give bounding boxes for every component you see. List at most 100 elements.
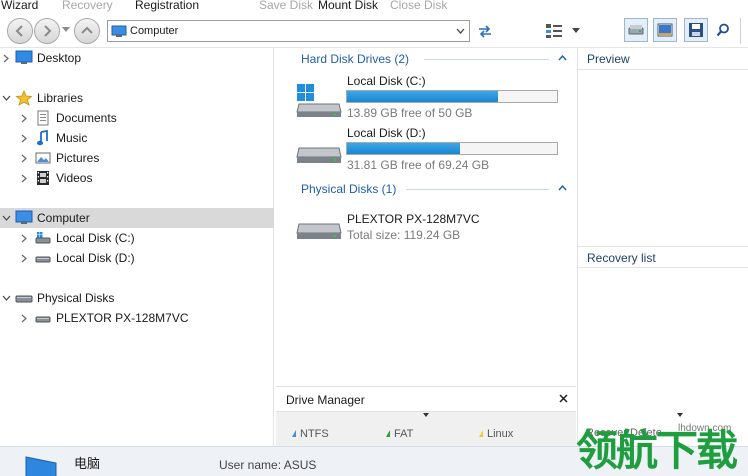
group-title-physical-disks: Physical Disks (1) [301,182,397,196]
tree-item-music[interactable]: Music [0,128,274,148]
preview-header: Preview [578,48,748,70]
chevron-up-icon[interactable] [558,55,567,61]
tree-item-disk-d[interactable]: Local Disk (D:) [0,248,274,268]
view-dropdown-icon[interactable] [572,28,580,33]
tree-item-physical-disks[interactable]: Physical Disks [0,288,274,308]
arrow-right-icon [44,25,52,37]
physical-disk-icon [15,295,33,303]
system-drive-icon [35,232,51,244]
hard-drive-icon [35,256,51,263]
drive-manager-title: Drive Manager [286,393,365,407]
drive-usage-bar [346,142,558,155]
computer-name: 电脑 [74,456,101,471]
tree-label: PLEXTOR PX-128M7VC [56,311,189,325]
tree-item-disk-c[interactable]: Local Disk (C:) [0,228,274,248]
disk-name[interactable]: PLEXTOR PX-128M7VC [347,212,480,226]
hard-drive-icon [35,316,51,323]
chevron-right-icon[interactable] [21,254,27,263]
chevron-right-icon[interactable] [21,134,27,143]
history-dropdown-icon[interactable] [61,26,71,34]
legend-ntfs: NTFS [292,428,329,440]
arrow-up-icon [81,26,93,34]
chevron-down-icon[interactable] [2,295,11,301]
recovery-list-title: Recovery list [587,251,656,265]
tree-label: Physical Disks [37,291,115,305]
tree-item-computer[interactable]: Computer [0,208,274,228]
tree-item-plextor[interactable]: PLEXTOR PX-128M7VC [0,308,274,328]
triangle-icon [386,430,390,437]
drives-toggle-button[interactable] [624,18,648,42]
drive-name[interactable]: Local Disk (C:) [347,74,426,88]
hard-drive-icon[interactable] [295,220,343,244]
tree-label: Videos [56,171,93,185]
tree-item-libraries[interactable]: Libraries [0,88,274,108]
picture-icon [35,152,51,164]
legend-fat: FAT [386,428,413,440]
menu-bar: Wizard Recovery Registration Save Disk M… [0,0,748,12]
floppy-disk-icon [689,23,703,37]
triangle-icon [292,430,296,437]
chevron-down-icon[interactable] [456,28,465,34]
marker-down-icon [423,413,429,417]
drive-manager-body: NTFS FAT Linux [276,412,576,447]
drive-usage-fill [347,143,461,154]
legend-label: NTFS [300,428,329,440]
drive-name[interactable]: Local Disk (D:) [347,126,426,140]
tree-item-videos[interactable]: Videos [0,168,274,188]
close-icon[interactable] [559,394,568,403]
system-drive-icon[interactable] [295,82,343,118]
search-icon[interactable] [716,23,730,37]
back-button[interactable] [7,18,33,44]
chevron-right-icon[interactable] [21,234,27,243]
tree-label: Local Disk (D:) [56,251,135,265]
drives-panel: Hard Disk Drives (2) Local Disk (C:) 13.… [275,48,576,384]
up-button[interactable] [74,18,100,44]
group-divider [424,59,549,60]
tree-item-documents[interactable]: Documents [0,108,274,128]
computer-icon [15,210,33,224]
tree-label: Libraries [37,91,84,105]
chevron-right-icon[interactable] [21,314,27,323]
drive-free-space: 13.89 GB free of 50 GB [347,106,473,120]
watermark-text: 领航下载 [576,426,738,475]
legend-label: FAT [394,428,414,440]
tree-label: Desktop [37,51,82,65]
group-title-hard-disks: Hard Disk Drives (2) [301,52,410,66]
arrow-left-icon [15,25,23,37]
computer-icon [111,25,127,37]
triangle-icon [479,430,483,437]
legend-label: Linux [487,428,514,440]
chevron-down-icon[interactable] [2,95,11,101]
drive-manager-header: Drive Manager [276,387,576,412]
computer-icon [25,456,57,476]
save-button[interactable] [684,18,708,42]
toolbar: Computer [0,12,748,48]
tree-label: Music [56,131,88,145]
chevron-right-icon[interactable] [21,154,27,163]
chevron-right-icon[interactable] [3,54,9,63]
chevron-up-icon[interactable] [558,185,567,191]
chevron-right-icon[interactable] [21,114,27,123]
user-name: User name: ASUS [219,458,317,472]
group-divider [406,189,549,190]
preview-toggle-button[interactable] [653,18,677,42]
hard-drive-icon[interactable] [295,144,343,168]
address-bar[interactable]: Computer [107,20,470,42]
chevron-down-icon[interactable] [2,215,11,221]
drive-usage-bar [346,90,558,103]
chevron-right-icon[interactable] [21,174,27,183]
tree-item-desktop[interactable]: Desktop [0,48,274,68]
view-options-icon[interactable] [545,23,563,39]
music-note-icon [37,130,48,146]
refresh-icon[interactable] [477,24,493,38]
disk-total-size: Total size: 119.24 GB [347,228,461,242]
hard-drive-icon [628,25,644,35]
marker-down-icon [677,413,683,417]
drive-free-space: 31.81 GB free of 69.24 GB [347,158,490,172]
forward-button[interactable] [34,18,60,44]
document-icon [37,110,49,126]
toolbar-separator [740,18,741,44]
tree-item-pictures[interactable]: Pictures [0,148,274,168]
preview-title: Preview [587,52,630,66]
address-text: Computer [130,25,179,37]
